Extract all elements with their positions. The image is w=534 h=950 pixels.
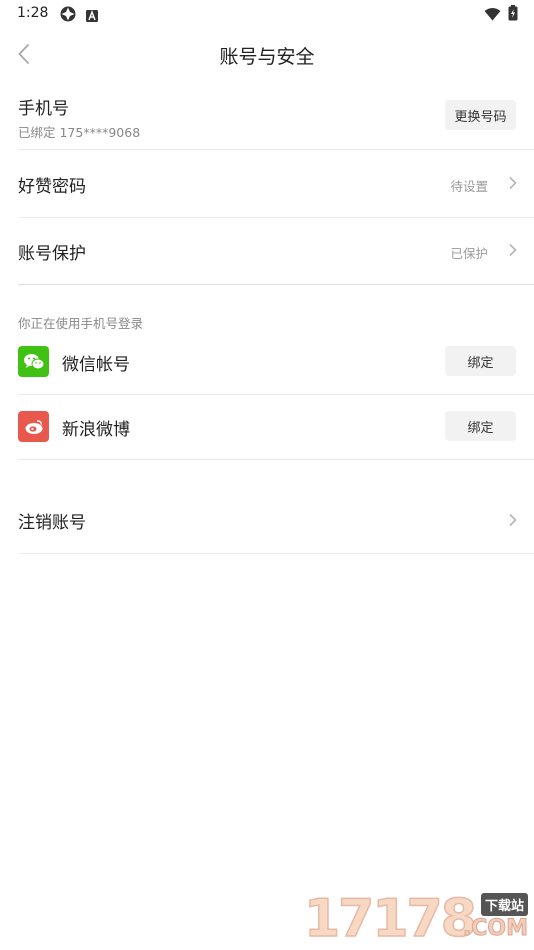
- battery-icon: [508, 5, 518, 25]
- chevron-right-icon: [509, 513, 517, 527]
- watermark-logo: 17178 下载站 .COM: [303, 889, 530, 949]
- wechat-title: 微信帐号: [62, 355, 130, 375]
- cancel-account-row[interactable]: 注销账号: [18, 488, 534, 554]
- phone-bound-text: 已绑定 175****9068: [18, 125, 141, 140]
- password-title: 好赞密码: [18, 177, 86, 197]
- chevron-right-icon: [509, 176, 517, 190]
- watermark-number: 17178: [303, 889, 477, 949]
- page-title: 账号与安全: [219, 46, 315, 68]
- watermark-domain: .COM: [462, 916, 528, 942]
- cancel-account-title: 注销账号: [18, 513, 86, 533]
- font-app-icon: [86, 7, 98, 26]
- wechat-icon: [18, 346, 49, 377]
- phone-row: 手机号 已绑定 175****9068 更换号码: [18, 84, 534, 150]
- protection-status: 已保护: [450, 246, 488, 261]
- watermark-badge: 下载站: [480, 893, 528, 916]
- protection-title: 账号保护: [18, 244, 86, 264]
- change-phone-button[interactable]: 更换号码: [445, 100, 516, 130]
- weibo-title: 新浪微博: [62, 420, 130, 440]
- password-status: 待设置: [450, 179, 488, 194]
- bind-wechat-button[interactable]: 绑定: [445, 346, 516, 376]
- status-bar: 1:28: [0, 0, 534, 28]
- bind-weibo-button[interactable]: 绑定: [445, 411, 516, 441]
- chevron-right-icon: [509, 243, 517, 257]
- status-time: 1:28: [17, 5, 49, 21]
- protection-row[interactable]: 账号保护 已保护: [18, 218, 534, 285]
- sync-app-icon: [60, 6, 76, 26]
- weibo-icon: [18, 411, 49, 442]
- wechat-row: 微信帐号 绑定: [18, 330, 534, 395]
- password-row[interactable]: 好赞密码 待设置: [18, 150, 534, 218]
- phone-title: 手机号: [18, 99, 69, 119]
- title-bar: 账号与安全: [0, 28, 534, 80]
- wifi-icon: [484, 6, 501, 25]
- weibo-row: 新浪微博 绑定: [18, 395, 534, 460]
